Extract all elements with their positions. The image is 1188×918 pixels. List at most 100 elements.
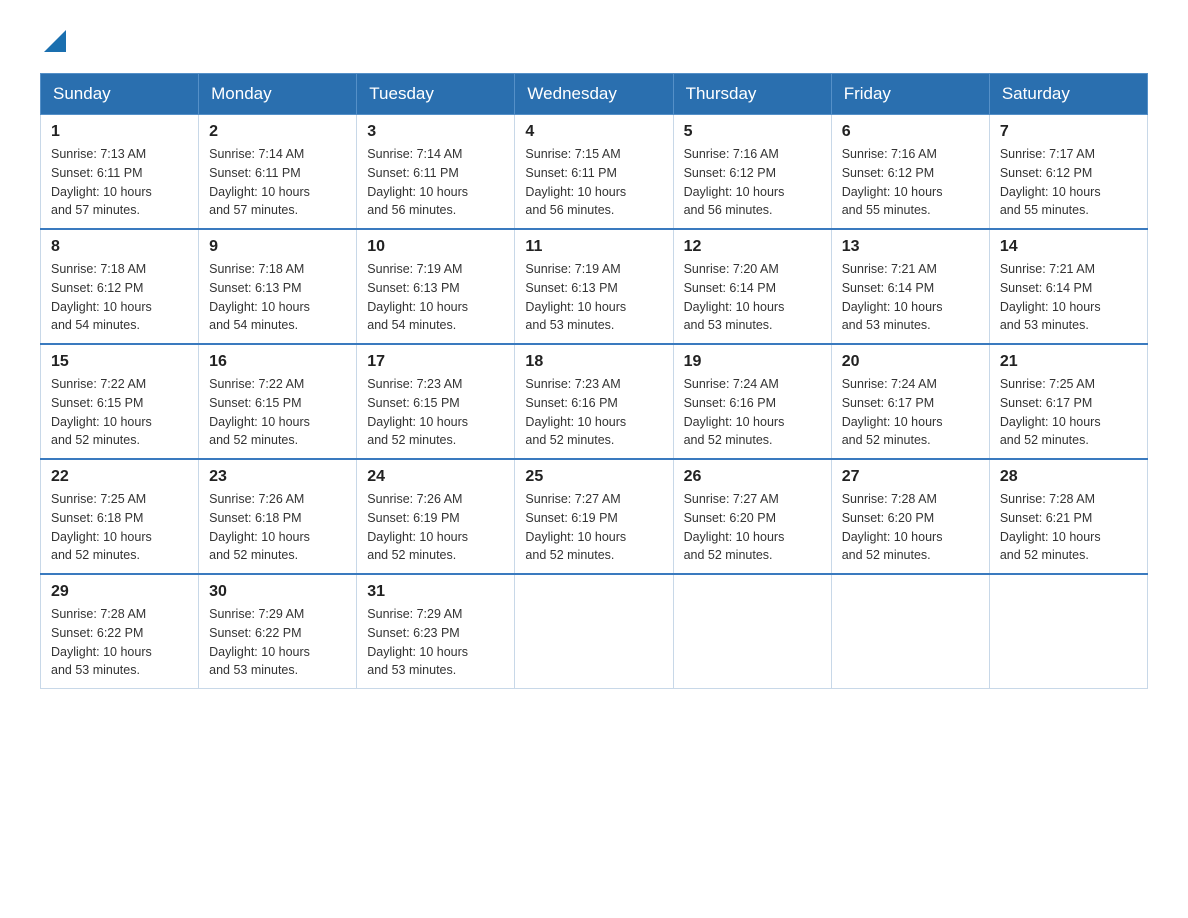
day-cell bbox=[831, 574, 989, 689]
day-cell: 4 Sunrise: 7:15 AMSunset: 6:11 PMDayligh… bbox=[515, 115, 673, 230]
day-cell: 27 Sunrise: 7:28 AMSunset: 6:20 PMDaylig… bbox=[831, 459, 989, 574]
day-number: 15 bbox=[51, 353, 188, 371]
day-info: Sunrise: 7:28 AMSunset: 6:20 PMDaylight:… bbox=[842, 490, 979, 565]
day-cell: 7 Sunrise: 7:17 AMSunset: 6:12 PMDayligh… bbox=[989, 115, 1147, 230]
day-info: Sunrise: 7:27 AMSunset: 6:20 PMDaylight:… bbox=[684, 490, 821, 565]
day-info: Sunrise: 7:16 AMSunset: 6:12 PMDaylight:… bbox=[684, 145, 821, 220]
day-cell bbox=[673, 574, 831, 689]
day-number: 7 bbox=[1000, 123, 1137, 141]
day-number: 1 bbox=[51, 123, 188, 141]
day-number: 18 bbox=[525, 353, 662, 371]
week-row-5: 29 Sunrise: 7:28 AMSunset: 6:22 PMDaylig… bbox=[41, 574, 1148, 689]
day-cell: 5 Sunrise: 7:16 AMSunset: 6:12 PMDayligh… bbox=[673, 115, 831, 230]
day-number: 28 bbox=[1000, 468, 1137, 486]
day-cell: 19 Sunrise: 7:24 AMSunset: 6:16 PMDaylig… bbox=[673, 344, 831, 459]
week-row-1: 1 Sunrise: 7:13 AMSunset: 6:11 PMDayligh… bbox=[41, 115, 1148, 230]
day-cell: 3 Sunrise: 7:14 AMSunset: 6:11 PMDayligh… bbox=[357, 115, 515, 230]
day-cell: 1 Sunrise: 7:13 AMSunset: 6:11 PMDayligh… bbox=[41, 115, 199, 230]
day-info: Sunrise: 7:14 AMSunset: 6:11 PMDaylight:… bbox=[367, 145, 504, 220]
day-info: Sunrise: 7:24 AMSunset: 6:17 PMDaylight:… bbox=[842, 375, 979, 450]
day-cell: 22 Sunrise: 7:25 AMSunset: 6:18 PMDaylig… bbox=[41, 459, 199, 574]
page-header bbox=[40, 30, 1148, 53]
day-number: 3 bbox=[367, 123, 504, 141]
day-info: Sunrise: 7:28 AMSunset: 6:21 PMDaylight:… bbox=[1000, 490, 1137, 565]
logo-triangle-icon bbox=[44, 30, 66, 52]
day-info: Sunrise: 7:23 AMSunset: 6:16 PMDaylight:… bbox=[525, 375, 662, 450]
day-info: Sunrise: 7:19 AMSunset: 6:13 PMDaylight:… bbox=[525, 260, 662, 335]
day-cell bbox=[989, 574, 1147, 689]
header-wednesday: Wednesday bbox=[515, 74, 673, 115]
day-cell: 23 Sunrise: 7:26 AMSunset: 6:18 PMDaylig… bbox=[199, 459, 357, 574]
weekday-header-row: SundayMondayTuesdayWednesdayThursdayFrid… bbox=[41, 74, 1148, 115]
week-row-4: 22 Sunrise: 7:25 AMSunset: 6:18 PMDaylig… bbox=[41, 459, 1148, 574]
day-number: 21 bbox=[1000, 353, 1137, 371]
day-cell: 30 Sunrise: 7:29 AMSunset: 6:22 PMDaylig… bbox=[199, 574, 357, 689]
day-number: 20 bbox=[842, 353, 979, 371]
day-number: 31 bbox=[367, 583, 504, 601]
day-cell: 24 Sunrise: 7:26 AMSunset: 6:19 PMDaylig… bbox=[357, 459, 515, 574]
day-cell: 12 Sunrise: 7:20 AMSunset: 6:14 PMDaylig… bbox=[673, 229, 831, 344]
day-cell: 18 Sunrise: 7:23 AMSunset: 6:16 PMDaylig… bbox=[515, 344, 673, 459]
day-cell: 31 Sunrise: 7:29 AMSunset: 6:23 PMDaylig… bbox=[357, 574, 515, 689]
day-info: Sunrise: 7:14 AMSunset: 6:11 PMDaylight:… bbox=[209, 145, 346, 220]
day-number: 24 bbox=[367, 468, 504, 486]
day-cell: 29 Sunrise: 7:28 AMSunset: 6:22 PMDaylig… bbox=[41, 574, 199, 689]
day-number: 22 bbox=[51, 468, 188, 486]
day-number: 27 bbox=[842, 468, 979, 486]
day-info: Sunrise: 7:21 AMSunset: 6:14 PMDaylight:… bbox=[842, 260, 979, 335]
day-number: 13 bbox=[842, 238, 979, 256]
day-info: Sunrise: 7:18 AMSunset: 6:13 PMDaylight:… bbox=[209, 260, 346, 335]
day-number: 16 bbox=[209, 353, 346, 371]
day-cell: 26 Sunrise: 7:27 AMSunset: 6:20 PMDaylig… bbox=[673, 459, 831, 574]
day-number: 2 bbox=[209, 123, 346, 141]
header-saturday: Saturday bbox=[989, 74, 1147, 115]
day-cell bbox=[515, 574, 673, 689]
day-info: Sunrise: 7:22 AMSunset: 6:15 PMDaylight:… bbox=[209, 375, 346, 450]
day-number: 29 bbox=[51, 583, 188, 601]
header-friday: Friday bbox=[831, 74, 989, 115]
day-info: Sunrise: 7:23 AMSunset: 6:15 PMDaylight:… bbox=[367, 375, 504, 450]
day-info: Sunrise: 7:17 AMSunset: 6:12 PMDaylight:… bbox=[1000, 145, 1137, 220]
day-info: Sunrise: 7:24 AMSunset: 6:16 PMDaylight:… bbox=[684, 375, 821, 450]
day-info: Sunrise: 7:22 AMSunset: 6:15 PMDaylight:… bbox=[51, 375, 188, 450]
day-cell: 13 Sunrise: 7:21 AMSunset: 6:14 PMDaylig… bbox=[831, 229, 989, 344]
day-cell: 25 Sunrise: 7:27 AMSunset: 6:19 PMDaylig… bbox=[515, 459, 673, 574]
day-number: 26 bbox=[684, 468, 821, 486]
day-number: 9 bbox=[209, 238, 346, 256]
day-cell: 9 Sunrise: 7:18 AMSunset: 6:13 PMDayligh… bbox=[199, 229, 357, 344]
day-cell: 6 Sunrise: 7:16 AMSunset: 6:12 PMDayligh… bbox=[831, 115, 989, 230]
day-info: Sunrise: 7:18 AMSunset: 6:12 PMDaylight:… bbox=[51, 260, 188, 335]
day-info: Sunrise: 7:20 AMSunset: 6:14 PMDaylight:… bbox=[684, 260, 821, 335]
day-number: 14 bbox=[1000, 238, 1137, 256]
calendar-table: SundayMondayTuesdayWednesdayThursdayFrid… bbox=[40, 73, 1148, 689]
day-cell: 28 Sunrise: 7:28 AMSunset: 6:21 PMDaylig… bbox=[989, 459, 1147, 574]
day-info: Sunrise: 7:29 AMSunset: 6:23 PMDaylight:… bbox=[367, 605, 504, 680]
header-tuesday: Tuesday bbox=[357, 74, 515, 115]
week-row-3: 15 Sunrise: 7:22 AMSunset: 6:15 PMDaylig… bbox=[41, 344, 1148, 459]
day-cell: 11 Sunrise: 7:19 AMSunset: 6:13 PMDaylig… bbox=[515, 229, 673, 344]
day-number: 25 bbox=[525, 468, 662, 486]
day-cell: 21 Sunrise: 7:25 AMSunset: 6:17 PMDaylig… bbox=[989, 344, 1147, 459]
day-cell: 14 Sunrise: 7:21 AMSunset: 6:14 PMDaylig… bbox=[989, 229, 1147, 344]
logo bbox=[40, 30, 66, 53]
day-info: Sunrise: 7:26 AMSunset: 6:18 PMDaylight:… bbox=[209, 490, 346, 565]
day-info: Sunrise: 7:19 AMSunset: 6:13 PMDaylight:… bbox=[367, 260, 504, 335]
day-info: Sunrise: 7:15 AMSunset: 6:11 PMDaylight:… bbox=[525, 145, 662, 220]
day-cell: 17 Sunrise: 7:23 AMSunset: 6:15 PMDaylig… bbox=[357, 344, 515, 459]
day-number: 19 bbox=[684, 353, 821, 371]
day-info: Sunrise: 7:26 AMSunset: 6:19 PMDaylight:… bbox=[367, 490, 504, 565]
day-cell: 16 Sunrise: 7:22 AMSunset: 6:15 PMDaylig… bbox=[199, 344, 357, 459]
header-monday: Monday bbox=[199, 74, 357, 115]
day-number: 5 bbox=[684, 123, 821, 141]
day-info: Sunrise: 7:28 AMSunset: 6:22 PMDaylight:… bbox=[51, 605, 188, 680]
day-number: 23 bbox=[209, 468, 346, 486]
day-info: Sunrise: 7:27 AMSunset: 6:19 PMDaylight:… bbox=[525, 490, 662, 565]
day-number: 4 bbox=[525, 123, 662, 141]
week-row-2: 8 Sunrise: 7:18 AMSunset: 6:12 PMDayligh… bbox=[41, 229, 1148, 344]
day-cell: 15 Sunrise: 7:22 AMSunset: 6:15 PMDaylig… bbox=[41, 344, 199, 459]
day-cell: 20 Sunrise: 7:24 AMSunset: 6:17 PMDaylig… bbox=[831, 344, 989, 459]
day-info: Sunrise: 7:13 AMSunset: 6:11 PMDaylight:… bbox=[51, 145, 188, 220]
day-number: 6 bbox=[842, 123, 979, 141]
day-number: 17 bbox=[367, 353, 504, 371]
day-number: 11 bbox=[525, 238, 662, 256]
